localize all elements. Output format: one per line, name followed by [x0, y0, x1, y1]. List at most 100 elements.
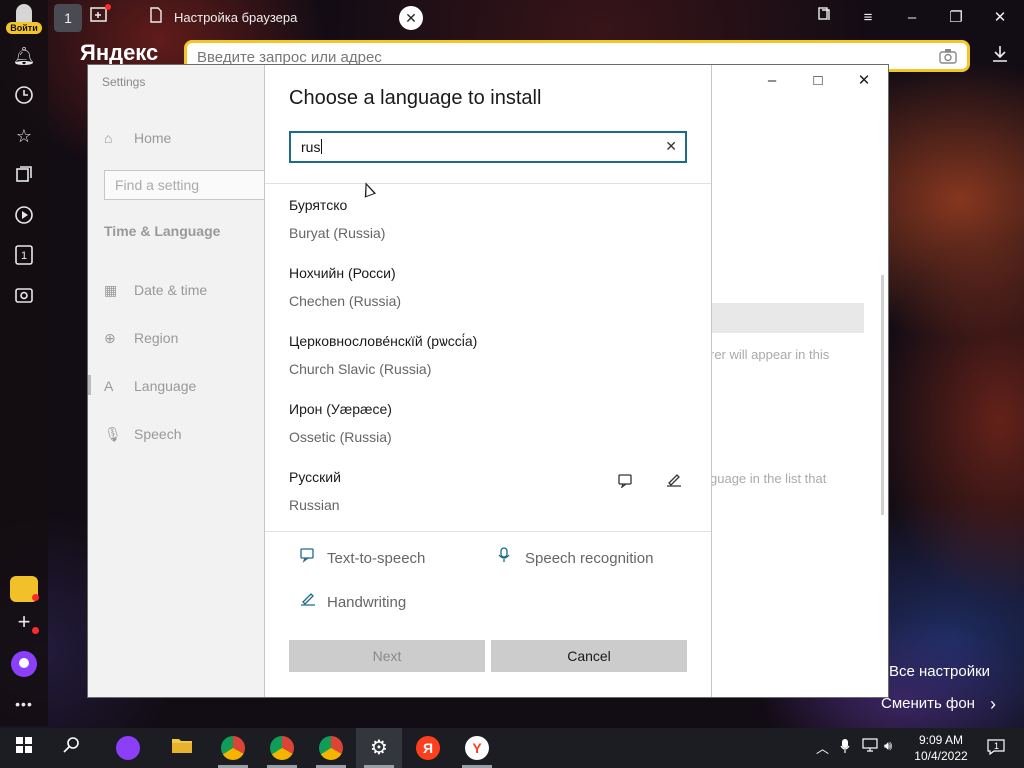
language-native-name: Бурятско — [289, 197, 348, 213]
cancel-button[interactable]: Cancel — [491, 640, 687, 672]
language-item-chechen[interactable]: Нохчийн (Росси) Chechen (Russia) — [289, 265, 689, 325]
taskbar: ⚙ Я Y ︿ 🔊︎ 9:09 AM 10/4/2022 1 — [0, 728, 1024, 768]
search-icon[interactable] — [60, 736, 84, 760]
close-tab-icon[interactable]: ✕ — [399, 6, 423, 30]
restore-icon[interactable]: ❐ — [944, 6, 968, 30]
screenshot-icon[interactable] — [12, 284, 36, 308]
download-icon[interactable] — [988, 44, 1012, 68]
language-item-ossetic[interactable]: Ирон (Уæрæсе) Ossetic (Russia) — [289, 401, 689, 461]
nav-home[interactable]: ⌂ Home — [104, 130, 171, 146]
search-value: rus — [301, 139, 321, 155]
nav-speech-label: Speech — [134, 426, 182, 442]
tray-microphone-icon[interactable] — [840, 738, 850, 757]
collections-icon[interactable] — [12, 164, 36, 188]
clear-search-icon[interactable]: ✕ — [665, 138, 677, 155]
counter-value: 1 — [20, 250, 28, 262]
camera-icon[interactable] — [939, 48, 957, 64]
all-settings-link[interactable]: Все настройки — [889, 663, 990, 680]
microphone-icon: 🎙︎ — [104, 426, 122, 442]
tray-network-icon[interactable] — [862, 738, 878, 755]
language-item-church-slavic[interactable]: Церковнослове́нскїй (рѡссі́а) Church Sla… — [289, 333, 689, 393]
chrome-icon-3[interactable] — [319, 736, 343, 760]
next-button[interactable]: Next — [289, 640, 485, 672]
bell-icon[interactable]: 🔔︎ — [12, 44, 36, 68]
nav-speech[interactable]: 🎙︎ Speech — [104, 426, 181, 443]
mail-notification-dot — [32, 594, 39, 601]
login-button[interactable]: Войти — [6, 4, 42, 34]
login-label: Войти — [6, 22, 42, 34]
browser-tab-bar: 1 Настройка браузера ✕ ≡ – ❐ ✕ — [48, 0, 1024, 36]
alice-taskbar-icon[interactable] — [116, 736, 140, 760]
play-icon[interactable] — [12, 204, 36, 228]
yandex-icon[interactable]: Y — [465, 736, 489, 760]
handwriting-feature-icon — [663, 472, 685, 490]
language-item-russian[interactable]: Русский Russian — [289, 469, 689, 529]
file-explorer-icon[interactable] — [170, 736, 194, 760]
legend-text-to-speech: Text-to-speech — [299, 547, 425, 567]
settings-gear-icon[interactable]: ⚙ — [367, 736, 391, 760]
change-background-link[interactable]: Сменить фон — [881, 695, 975, 712]
chrome-icon-1[interactable] — [221, 736, 245, 760]
language-item-buryat[interactable]: Бурятско Buryat (Russia) — [289, 197, 689, 257]
legend-speech-recognition: Speech recognition — [497, 547, 653, 567]
nav-date-time[interactable]: ▦ Date & time — [104, 282, 207, 299]
counter-icon[interactable]: 1 — [12, 244, 36, 268]
tray-expand-icon[interactable]: ︿ — [816, 738, 829, 757]
legend-speech-label: Speech recognition — [525, 550, 654, 567]
language-native-name: Русский — [289, 469, 341, 485]
user-icon — [16, 4, 32, 24]
settings-scrollbar[interactable] — [881, 275, 884, 515]
nav-language-label: Language — [134, 378, 197, 394]
settings-nav-panel: Settings ⌂ Home Find a setting Time & Lan… — [88, 65, 266, 697]
find-setting-input[interactable]: Find a setting — [104, 170, 266, 200]
active-tab-title[interactable]: Настройка браузера — [174, 10, 297, 25]
dialog-title: Choose a language to install — [289, 87, 542, 109]
nav-home-label: Home — [134, 130, 172, 146]
close-window-icon[interactable]: ✕ — [988, 6, 1012, 30]
home-icon: ⌂ — [104, 130, 113, 146]
windows-start-icon[interactable] — [12, 736, 36, 760]
page-icon — [142, 4, 170, 32]
more-icon[interactable]: ••• — [12, 692, 36, 716]
nav-region[interactable]: ⊕ Region — [104, 330, 178, 347]
chevron-right-icon[interactable]: › — [990, 694, 996, 715]
star-icon[interactable]: ☆ — [12, 124, 36, 148]
settings-maximize-icon[interactable]: □ — [802, 71, 834, 91]
address-placeholder: Введите запрос или адрес — [197, 49, 382, 66]
language-icon: A — [104, 378, 114, 394]
language-english-name: Chechen (Russia) — [289, 293, 402, 309]
language-search-input[interactable]: rus ✕ — [289, 131, 687, 163]
language-native-name: Нохчийн (Росси) — [289, 265, 396, 281]
yandex-browser-icon[interactable]: Я — [416, 736, 440, 760]
alice-icon[interactable] — [11, 651, 37, 677]
language-native-name: Церковнослове́нскїй (рѡссі́а) — [289, 333, 478, 349]
background-text-1: rer will appear in this — [710, 347, 830, 362]
legend-handwriting: Handwriting — [299, 591, 406, 611]
tray-volume-icon[interactable]: 🔊︎ — [884, 738, 892, 754]
history-icon[interactable] — [12, 84, 36, 108]
chrome-icon-2[interactable] — [270, 736, 294, 760]
settings-minimize-icon[interactable]: – — [756, 71, 788, 91]
nav-region-label: Region — [134, 330, 179, 346]
clock-date: 10/4/2022 — [914, 749, 968, 763]
settings-close-icon[interactable]: ✕ — [848, 71, 880, 91]
yandex-logo[interactable]: Яндекс — [80, 40, 158, 66]
menu-icon[interactable]: ≡ — [856, 6, 880, 30]
taskbar-clock[interactable]: 9:09 AM 10/4/2022 — [906, 732, 976, 764]
legend-handwriting-label: Handwriting — [327, 594, 407, 611]
handwriting-icon — [299, 591, 321, 611]
language-english-name: Buryat (Russia) — [289, 225, 386, 241]
notifications-icon[interactable]: 1 — [986, 738, 1006, 759]
language-native-name: Ирон (Уæрæсе) — [289, 401, 392, 417]
text-to-speech-icon — [299, 547, 321, 567]
nav-language[interactable]: A Language — [104, 378, 196, 394]
nav-section-title: Time & Language — [104, 223, 221, 239]
background-language-row — [710, 303, 864, 333]
find-setting-placeholder: Find a setting — [115, 177, 200, 193]
bookmarks-icon[interactable] — [812, 6, 836, 30]
minimize-icon[interactable]: – — [900, 6, 924, 30]
notification-count: 1 — [994, 741, 1000, 751]
nav-date-time-label: Date & time — [134, 282, 208, 298]
tabs-counter-button[interactable]: 1 — [54, 4, 82, 32]
new-tab-icon[interactable] — [86, 4, 114, 32]
